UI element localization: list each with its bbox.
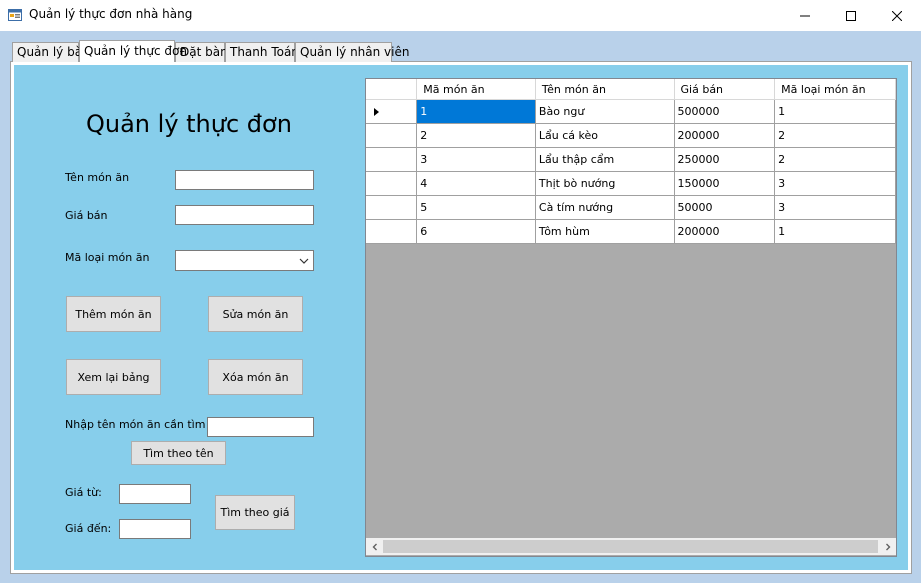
- sua-mon-an-button[interactable]: Sửa món ăn: [208, 296, 303, 332]
- grid-row-header-corner: [366, 79, 418, 100]
- scroll-left-button[interactable]: [366, 538, 383, 555]
- gia-den-label: Giá đến:: [65, 522, 112, 535]
- table-row[interactable]: 6 Tôm hùm 200000 1: [366, 219, 896, 244]
- grid-cell[interactable]: Lẩu thập cẩm: [535, 147, 675, 172]
- maximize-button[interactable]: [828, 0, 874, 31]
- horizontal-scrollbar[interactable]: [366, 538, 896, 555]
- scroll-right-icon: [885, 543, 890, 550]
- grid-cell[interactable]: 200000: [674, 219, 776, 244]
- page-title: Quản lý thực đơn: [86, 110, 292, 138]
- table-row[interactable]: 3 Lẩu thập cẩm 250000 2: [366, 147, 896, 172]
- tab-quan-ly-thuc-don[interactable]: Quản lý thực đơn: [79, 40, 187, 62]
- grid-cell[interactable]: 50000: [674, 195, 776, 220]
- grid-cell[interactable]: 2: [416, 123, 536, 148]
- minimize-icon: [800, 15, 810, 16]
- gia-tu-input[interactable]: [119, 484, 191, 504]
- row-header[interactable]: [366, 195, 418, 220]
- row-header[interactable]: [366, 99, 418, 124]
- scroll-right-button[interactable]: [879, 538, 896, 555]
- window-title: Quản lý thực đơn nhà hàng: [29, 7, 193, 21]
- gia-tu-label: Giá từ:: [65, 486, 102, 499]
- grid-cell[interactable]: 250000: [674, 147, 776, 172]
- menu-data-grid[interactable]: Mã món ăn Tên món ăn Giá bán Mã loại món…: [365, 78, 897, 557]
- table-row[interactable]: 4 Thịt bò nướng 150000 3: [366, 171, 896, 196]
- column-header-ten-mon-an[interactable]: Tên món ăn: [535, 79, 675, 100]
- gia-den-input[interactable]: [119, 519, 191, 539]
- grid-cell[interactable]: 500000: [674, 99, 776, 124]
- grid-cell[interactable]: 3: [416, 147, 536, 172]
- column-header-ma-mon-an[interactable]: Mã món ăn: [416, 79, 536, 100]
- row-header[interactable]: [366, 219, 418, 244]
- grid-cell[interactable]: 6: [416, 219, 536, 244]
- column-header-ma-loai-mon-an[interactable]: Mã loại món ăn: [774, 79, 896, 100]
- table-row[interactable]: 5 Cà tím nướng 50000 3: [366, 195, 896, 220]
- tab-thanh-toan[interactable]: Thanh Toán: [225, 42, 299, 62]
- grid-cell[interactable]: Tôm hùm: [535, 219, 675, 244]
- scroll-left-icon: [372, 543, 377, 550]
- close-button[interactable]: [874, 0, 920, 31]
- gia-ban-input[interactable]: [175, 205, 314, 225]
- xoa-mon-an-button[interactable]: Xóa món ăn: [208, 359, 303, 395]
- row-header[interactable]: [366, 171, 418, 196]
- column-header-gia-ban[interactable]: Giá bán: [674, 79, 776, 100]
- table-row[interactable]: 1 Bào ngư 500000 1: [366, 99, 896, 124]
- search-by-name-button[interactable]: Tìm theo tên: [131, 441, 226, 465]
- minimize-button[interactable]: [782, 0, 828, 31]
- grid-cell[interactable]: 1: [416, 99, 536, 124]
- grid-cell[interactable]: Thịt bò nướng: [535, 171, 675, 196]
- grid-table: Mã món ăn Tên món ăn Giá bán Mã loại món…: [366, 79, 896, 244]
- grid-cell[interactable]: 1: [774, 219, 896, 244]
- them-mon-an-button[interactable]: Thêm món ăn: [66, 296, 161, 332]
- grid-cell[interactable]: Lẩu cá kèo: [535, 123, 675, 148]
- grid-cell[interactable]: 150000: [674, 171, 776, 196]
- scroll-thumb[interactable]: [383, 540, 878, 553]
- app-form-icon: [8, 8, 22, 22]
- ten-mon-an-label: Tên món ăn: [65, 171, 130, 184]
- grid-cell[interactable]: Bào ngư: [535, 99, 675, 124]
- gia-ban-label: Giá bán: [65, 209, 108, 222]
- tab-quan-ly-ban[interactable]: Quản lý bàn: [12, 42, 90, 62]
- row-pointer-icon: [374, 107, 379, 116]
- grid-cell[interactable]: 3: [774, 195, 896, 220]
- row-header[interactable]: [366, 123, 418, 148]
- grid-cell[interactable]: 3: [774, 171, 896, 196]
- search-by-price-button[interactable]: Tìm theo giá: [215, 495, 295, 530]
- grid-cell[interactable]: 4: [416, 171, 536, 196]
- ma-loai-combobox[interactable]: [175, 250, 314, 271]
- search-name-label: Nhập tên món ăn cần tìm: [65, 418, 206, 431]
- row-header[interactable]: [366, 147, 418, 172]
- chevron-down-icon: [299, 255, 309, 269]
- grid-cell[interactable]: 5: [416, 195, 536, 220]
- tab-strip: Quản lý bàn Quản lý thực đơn Đặt bàn Tha…: [0, 40, 921, 62]
- grid-cell[interactable]: 1: [774, 99, 896, 124]
- close-icon: [892, 10, 902, 21]
- tab-quan-ly-nhan-vien[interactable]: Quản lý nhân viên: [295, 42, 409, 62]
- ma-loai-label: Mã loại món ăn: [65, 251, 150, 264]
- grid-cell[interactable]: 2: [774, 147, 896, 172]
- grid-header-row: Mã món ăn Tên món ăn Giá bán Mã loại món…: [366, 79, 896, 100]
- maximize-icon: [846, 10, 856, 21]
- table-row[interactable]: 2 Lẩu cá kèo 200000 2: [366, 123, 896, 148]
- grid-cell[interactable]: 200000: [674, 123, 776, 148]
- search-name-input[interactable]: [207, 417, 314, 437]
- grid-cell[interactable]: 2: [774, 123, 896, 148]
- xem-lai-bang-button[interactable]: Xem lại bảng: [66, 359, 161, 395]
- title-bar: Quản lý thực đơn nhà hàng: [0, 0, 921, 31]
- ten-mon-an-input[interactable]: [175, 170, 314, 190]
- grid-cell[interactable]: Cà tím nướng: [535, 195, 675, 220]
